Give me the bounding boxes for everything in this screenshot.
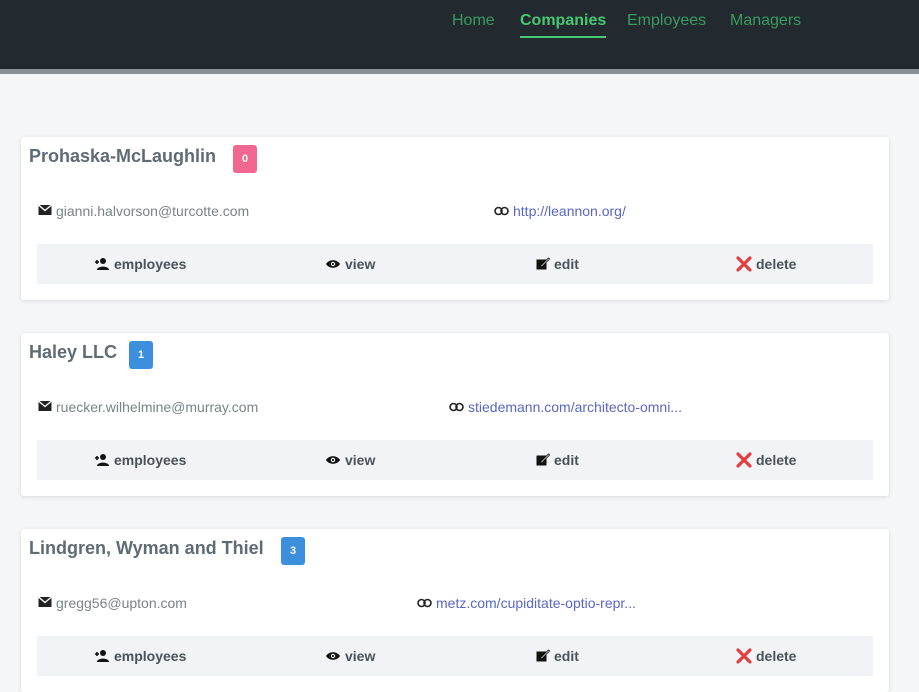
- eye-icon: [325, 259, 341, 269]
- company-website[interactable]: http://leannon.org/: [494, 203, 626, 219]
- company-email: gregg56@upton.com: [38, 595, 187, 611]
- email-text: gregg56@upton.com: [56, 595, 187, 611]
- link-icon: [449, 399, 468, 415]
- website-link[interactable]: http://leannon.org/: [513, 203, 626, 219]
- eye-icon: [325, 455, 341, 465]
- email-text: ruecker.wilhelmine@murray.com: [56, 399, 259, 415]
- edit-button[interactable]: edit: [536, 244, 579, 284]
- company-website[interactable]: stiedemann.com/architecto-omni...: [449, 399, 682, 415]
- employees-button[interactable]: employees: [94, 244, 186, 284]
- view-button[interactable]: view: [325, 636, 375, 676]
- company-name: Haley LLC: [29, 342, 118, 362]
- company-email: ruecker.wilhelmine@murray.com: [38, 399, 258, 415]
- card-actions: employees view edit delete: [37, 244, 873, 284]
- delete-label: delete: [756, 256, 797, 272]
- user-plus-icon: [94, 257, 110, 271]
- link-icon: [494, 203, 513, 219]
- nav-home[interactable]: Home: [452, 12, 495, 36]
- email-text: gianni.halvorson@turcotte.com: [56, 203, 250, 219]
- x-icon: [736, 452, 752, 468]
- user-plus-icon: [94, 649, 110, 663]
- card-actions: employees view edit delete: [37, 440, 873, 480]
- employee-count-badge: 0: [233, 145, 257, 173]
- delete-button[interactable]: delete: [736, 636, 796, 676]
- view-button[interactable]: view: [325, 440, 375, 480]
- envelope-icon: [38, 595, 56, 611]
- company-website[interactable]: metz.com/cupiditate-optio-repr...: [417, 595, 636, 611]
- view-label: view: [345, 256, 376, 272]
- company-name: Lindgren, Wyman and Thiel: [29, 538, 264, 558]
- nav-companies[interactable]: Companies: [520, 12, 607, 38]
- website-link[interactable]: metz.com/cupiditate-optio-repr...: [436, 595, 636, 611]
- view-label: view: [345, 648, 376, 664]
- edit-label: edit: [554, 256, 579, 272]
- delete-label: delete: [756, 648, 797, 664]
- edit-button[interactable]: edit: [536, 440, 579, 480]
- eye-icon: [325, 651, 341, 661]
- x-icon: [736, 256, 752, 272]
- edit-label: edit: [554, 452, 579, 468]
- delete-button[interactable]: delete: [736, 244, 796, 284]
- employees-label: employees: [114, 256, 187, 272]
- employees-label: employees: [114, 648, 187, 664]
- employee-count-badge: 3: [281, 537, 305, 565]
- envelope-icon: [38, 399, 56, 415]
- company-email: gianni.halvorson@turcotte.com: [38, 203, 249, 219]
- employees-button[interactable]: employees: [94, 636, 186, 676]
- edit-icon: [536, 453, 550, 467]
- website-link[interactable]: stiedemann.com/architecto-omni...: [468, 399, 682, 415]
- company-card: Prohaska-McLaughlin 0 gianni.halvorson@t…: [21, 137, 889, 300]
- edit-button[interactable]: edit: [536, 636, 579, 676]
- company-card: Lindgren, Wyman and Thiel 3 gregg56@upto…: [21, 529, 889, 692]
- edit-icon: [536, 649, 550, 663]
- company-name: Prohaska-McLaughlin: [29, 146, 217, 166]
- delete-button[interactable]: delete: [736, 440, 796, 480]
- view-label: view: [345, 452, 376, 468]
- nav-employees[interactable]: Employees: [627, 12, 706, 36]
- company-card: Haley LLC 1 ruecker.wilhelmine@murray.co…: [21, 333, 889, 496]
- edit-label: edit: [554, 648, 579, 664]
- nav-managers[interactable]: Managers: [730, 12, 801, 36]
- top-navbar: Home Companies Employees Managers: [0, 0, 919, 74]
- employees-label: employees: [114, 452, 187, 468]
- view-button[interactable]: view: [325, 244, 375, 284]
- x-icon: [736, 648, 752, 664]
- edit-icon: [536, 257, 550, 271]
- card-actions: employees view edit delete: [37, 636, 873, 676]
- employee-count-badge: 1: [129, 341, 153, 369]
- user-plus-icon: [94, 453, 110, 467]
- envelope-icon: [38, 203, 56, 219]
- employees-button[interactable]: employees: [94, 440, 186, 480]
- delete-label: delete: [756, 452, 797, 468]
- link-icon: [417, 595, 436, 611]
